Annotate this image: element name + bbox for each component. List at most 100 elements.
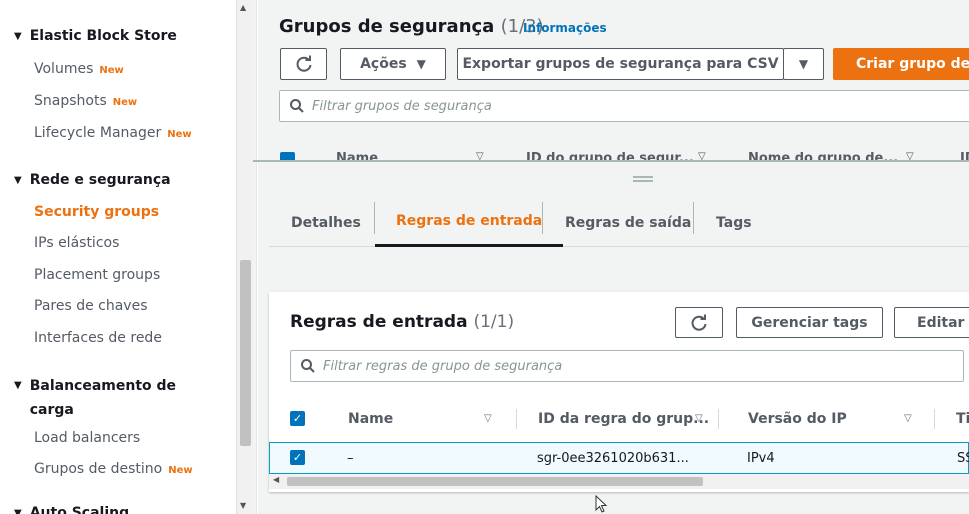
sort-icon[interactable]: ▽ [484,413,492,424]
sort-icon[interactable]: ▽ [695,413,703,424]
column-header-ip-version[interactable]: Versão do IP [748,411,847,427]
security-groups-search-input[interactable]: Filtrar grupos de segurança [279,90,969,122]
scroll-down-icon[interactable]: ▼ [240,501,246,510]
tab-detalhes[interactable]: Detalhes [291,198,361,247]
sidebar-nav: ▼ Elastic Block Store Volumes New Snapsho… [0,0,236,514]
column-header-rule-id[interactable]: ID da regra do grup... [538,411,709,427]
sort-icon[interactable]: ▽ [906,151,914,160]
inbound-rules-title: Regras de entrada (1/1) [290,312,514,332]
section-auto-scaling[interactable]: ▼ Auto Scaling [14,505,129,514]
search-icon [301,359,315,373]
column-header-group-name[interactable]: Nome do grupo de... [748,151,898,160]
search-placeholder: Filtrar grupos de segurança [312,98,492,114]
section-label: Elastic Block Store [29,28,177,44]
inbound-title-text: Regras de entrada [290,312,468,332]
sidebar-item-pares-de-chaves[interactable]: Pares de chaves [34,298,148,314]
section-elastic-block-store[interactable]: ▼ Elastic Block Store [14,28,177,44]
tab-regras-de-saida[interactable]: Regras de saída [565,198,691,247]
inbound-count: (1/1) [473,312,515,332]
refresh-icon [296,55,311,72]
caret-down-icon: ▼ [14,380,22,391]
search-icon [290,99,304,113]
section-rede-e-seguranca[interactable]: ▼ Rede e segurança [14,172,171,188]
security-groups-table-header: Name ▽ ID do grupo de segur... ▽ Nome do… [280,150,969,160]
tab-tags[interactable]: Tags [716,198,752,247]
details-split-panel: Detalhes Regras de entrada Regras de saí… [258,162,969,514]
scroll-left-icon[interactable]: ◀ [273,475,279,484]
column-header-vpc-id[interactable]: ID [960,151,969,160]
sidebar-item-volumes[interactable]: Volumes New [34,61,124,77]
inbound-refresh-button[interactable] [675,307,723,338]
caret-down-icon: ▼ [416,57,426,71]
caret-down-icon: ▼ [14,508,22,514]
scrollbar-thumb[interactable] [240,260,251,446]
column-header-name[interactable]: Name [336,151,378,160]
sidebar-item-placement-groups[interactable]: Placement groups [34,267,160,283]
sidebar-item-grupos-de-destino[interactable]: Grupos de destino New [34,461,193,477]
sidebar-item-snapshots[interactable]: Snapshots New [34,93,137,109]
column-header-group-id[interactable]: ID do grupo de segur... [526,151,694,160]
export-dropdown-button[interactable]: ▼ [783,48,824,80]
scrollbar-thumb[interactable] [287,477,703,486]
sort-icon[interactable]: ▽ [904,413,912,424]
caret-down-icon: ▼ [14,175,22,186]
edit-inbound-rules-button[interactable]: Editar r [894,307,969,338]
page-title: Grupos de segurança (1/3) [279,16,544,37]
panel-divider [253,0,257,514]
new-badge: New [112,97,138,108]
new-badge: New [99,65,124,76]
table-horizontal-scrollbar[interactable]: ◀ [269,474,969,489]
cell-ip-version: IPv4 [747,451,775,466]
column-separator [718,409,719,429]
sidebar-item-ips-elasticos[interactable]: IPs elásticos [34,235,119,251]
refresh-icon [691,314,707,331]
page-title-text: Grupos de segurança [279,16,495,37]
tab-separator [693,202,694,234]
sidebar-item-label: Grupos de destino [34,461,163,477]
sidebar-item-security-groups[interactable]: Security groups [34,204,159,220]
create-security-group-button[interactable]: Criar grupo de s [833,48,969,80]
inbound-rules-search-input[interactable]: Filtrar regras de grupo de segurança [290,350,964,382]
search-placeholder: Filtrar regras de grupo de segurança [323,358,563,374]
sidebar-item-interfaces-de-rede[interactable]: Interfaces de rede [34,330,162,346]
sidebar-item-label: Volumes [34,61,94,77]
sidebar-item-label: Lifecycle Manager [34,125,162,141]
section-label: Rede e segurança [29,172,171,188]
actions-label: Ações [360,56,407,72]
column-header-name[interactable]: Name [348,411,393,427]
caret-down-icon: ▼ [14,31,22,42]
section-balanceamento-de-carga[interactable]: ▼ Balanceamento de carga [14,374,194,422]
select-all-checkbox[interactable] [280,152,295,160]
cell-rule-id: sgr-0ee3261020b631... [537,451,689,466]
export-csv-button[interactable]: Exportar grupos de segurança para CSV [457,48,784,80]
section-label: Balanceamento de carga [29,378,177,418]
sort-icon[interactable]: ▽ [476,151,484,160]
info-link[interactable]: Informações [523,21,607,35]
sidebar-item-label: Snapshots [34,93,107,109]
table-row[interactable]: ✓ – sgr-0ee3261020b631... IPv4 SS [269,442,969,474]
row-checkbox[interactable]: ✓ [290,450,305,465]
resize-handle-icon[interactable] [633,176,653,182]
refresh-button[interactable] [280,48,327,80]
sidebar-item-lifecycle-manager[interactable]: Lifecycle Manager New [34,125,192,141]
security-groups-panel: Grupos de segurança (1/3) Informações Aç… [258,0,969,160]
column-separator [934,409,935,429]
scroll-up-icon[interactable]: ▲ [240,3,246,12]
tab-separator [542,202,543,234]
manage-tags-button[interactable]: Gerenciar tags [736,307,883,338]
details-tabs: Detalhes Regras de entrada Regras de saí… [269,198,969,247]
cell-name: – [347,451,354,466]
new-badge: New [167,129,192,140]
sidebar-item-load-balancers[interactable]: Load balancers [34,430,140,446]
column-separator [516,409,517,429]
sidebar-scrollbar[interactable]: ▲ ▼ [236,0,253,514]
tab-regras-de-entrada[interactable]: Regras de entrada [375,198,564,247]
caret-down-icon: ▼ [798,57,809,71]
section-label: Auto Scaling [29,505,130,514]
sort-icon[interactable]: ▽ [698,151,706,160]
new-badge: New [168,465,193,476]
select-all-rules-checkbox[interactable]: ✓ [290,411,305,426]
actions-button[interactable]: Ações ▼ [340,48,446,80]
column-header-type[interactable]: Ti [956,411,969,427]
mouse-cursor-icon [595,495,608,513]
